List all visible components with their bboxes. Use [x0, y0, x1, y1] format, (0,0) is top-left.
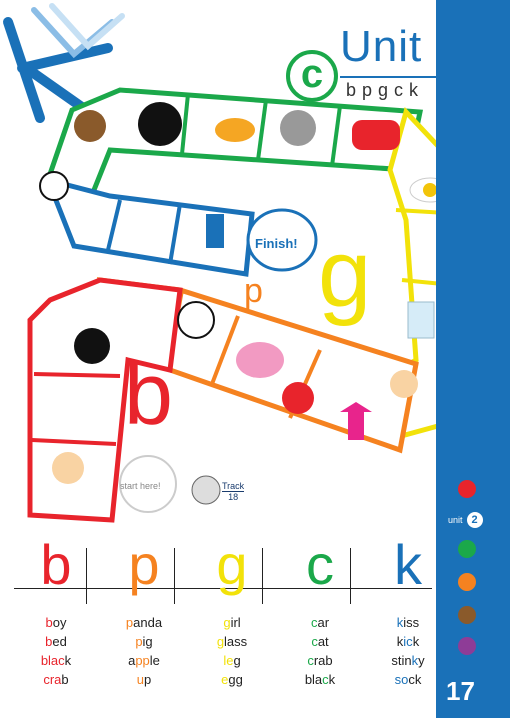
color-dot-orange: [458, 573, 476, 591]
color-dot-purple: [458, 637, 476, 655]
word-item: black: [304, 672, 336, 687]
column-letter: g: [216, 533, 248, 596]
word-item: crab: [307, 653, 333, 668]
finish-label: Finish!: [255, 236, 298, 251]
word-item: cat: [311, 634, 329, 649]
word-item: girl: [223, 615, 241, 630]
track-label-text: Track: [222, 481, 245, 491]
column-letter: c: [306, 533, 334, 596]
word-column-b: b boy bed black crab: [12, 535, 100, 689]
unit-tag: unit 2: [448, 512, 483, 528]
color-dot-brown: [458, 606, 476, 624]
word-item: panda: [125, 615, 163, 630]
word-item: pig: [135, 634, 153, 649]
word-item: apple: [128, 653, 160, 668]
board-letter-g: g: [318, 220, 372, 327]
color-dot-green: [458, 540, 476, 558]
track-number: 18: [222, 491, 245, 502]
page-number: 17: [446, 676, 475, 706]
word-item: bed: [45, 634, 67, 649]
word-column-c: c car cat crab black: [276, 535, 364, 689]
word-item: egg: [221, 672, 243, 687]
start-label: start here!: [120, 481, 161, 491]
board-letter-p: p: [244, 272, 263, 310]
track-label: Track 18: [222, 481, 245, 502]
word-item: leg: [223, 653, 241, 668]
board-letter-b: b: [124, 344, 173, 443]
word-item: car: [310, 615, 330, 630]
word-item: up: [136, 672, 152, 687]
word-table: b boy bed black crab p panda pig apple up g girl gla…: [0, 535, 436, 715]
unit-tag-label: unit: [448, 515, 463, 525]
color-dot-red: [458, 480, 476, 498]
word-column-g: g girl glass leg egg: [188, 535, 276, 689]
word-item: black: [40, 653, 72, 668]
word-item: boy: [45, 615, 67, 630]
column-letter: p: [128, 533, 160, 596]
word-column-p: p panda pig apple up: [100, 535, 188, 689]
game-board: [27, 87, 440, 523]
unit-tag-number: 2: [466, 512, 483, 528]
column-letter: b: [40, 533, 72, 596]
word-item: crab: [43, 672, 69, 687]
word-item: glass: [216, 634, 248, 649]
